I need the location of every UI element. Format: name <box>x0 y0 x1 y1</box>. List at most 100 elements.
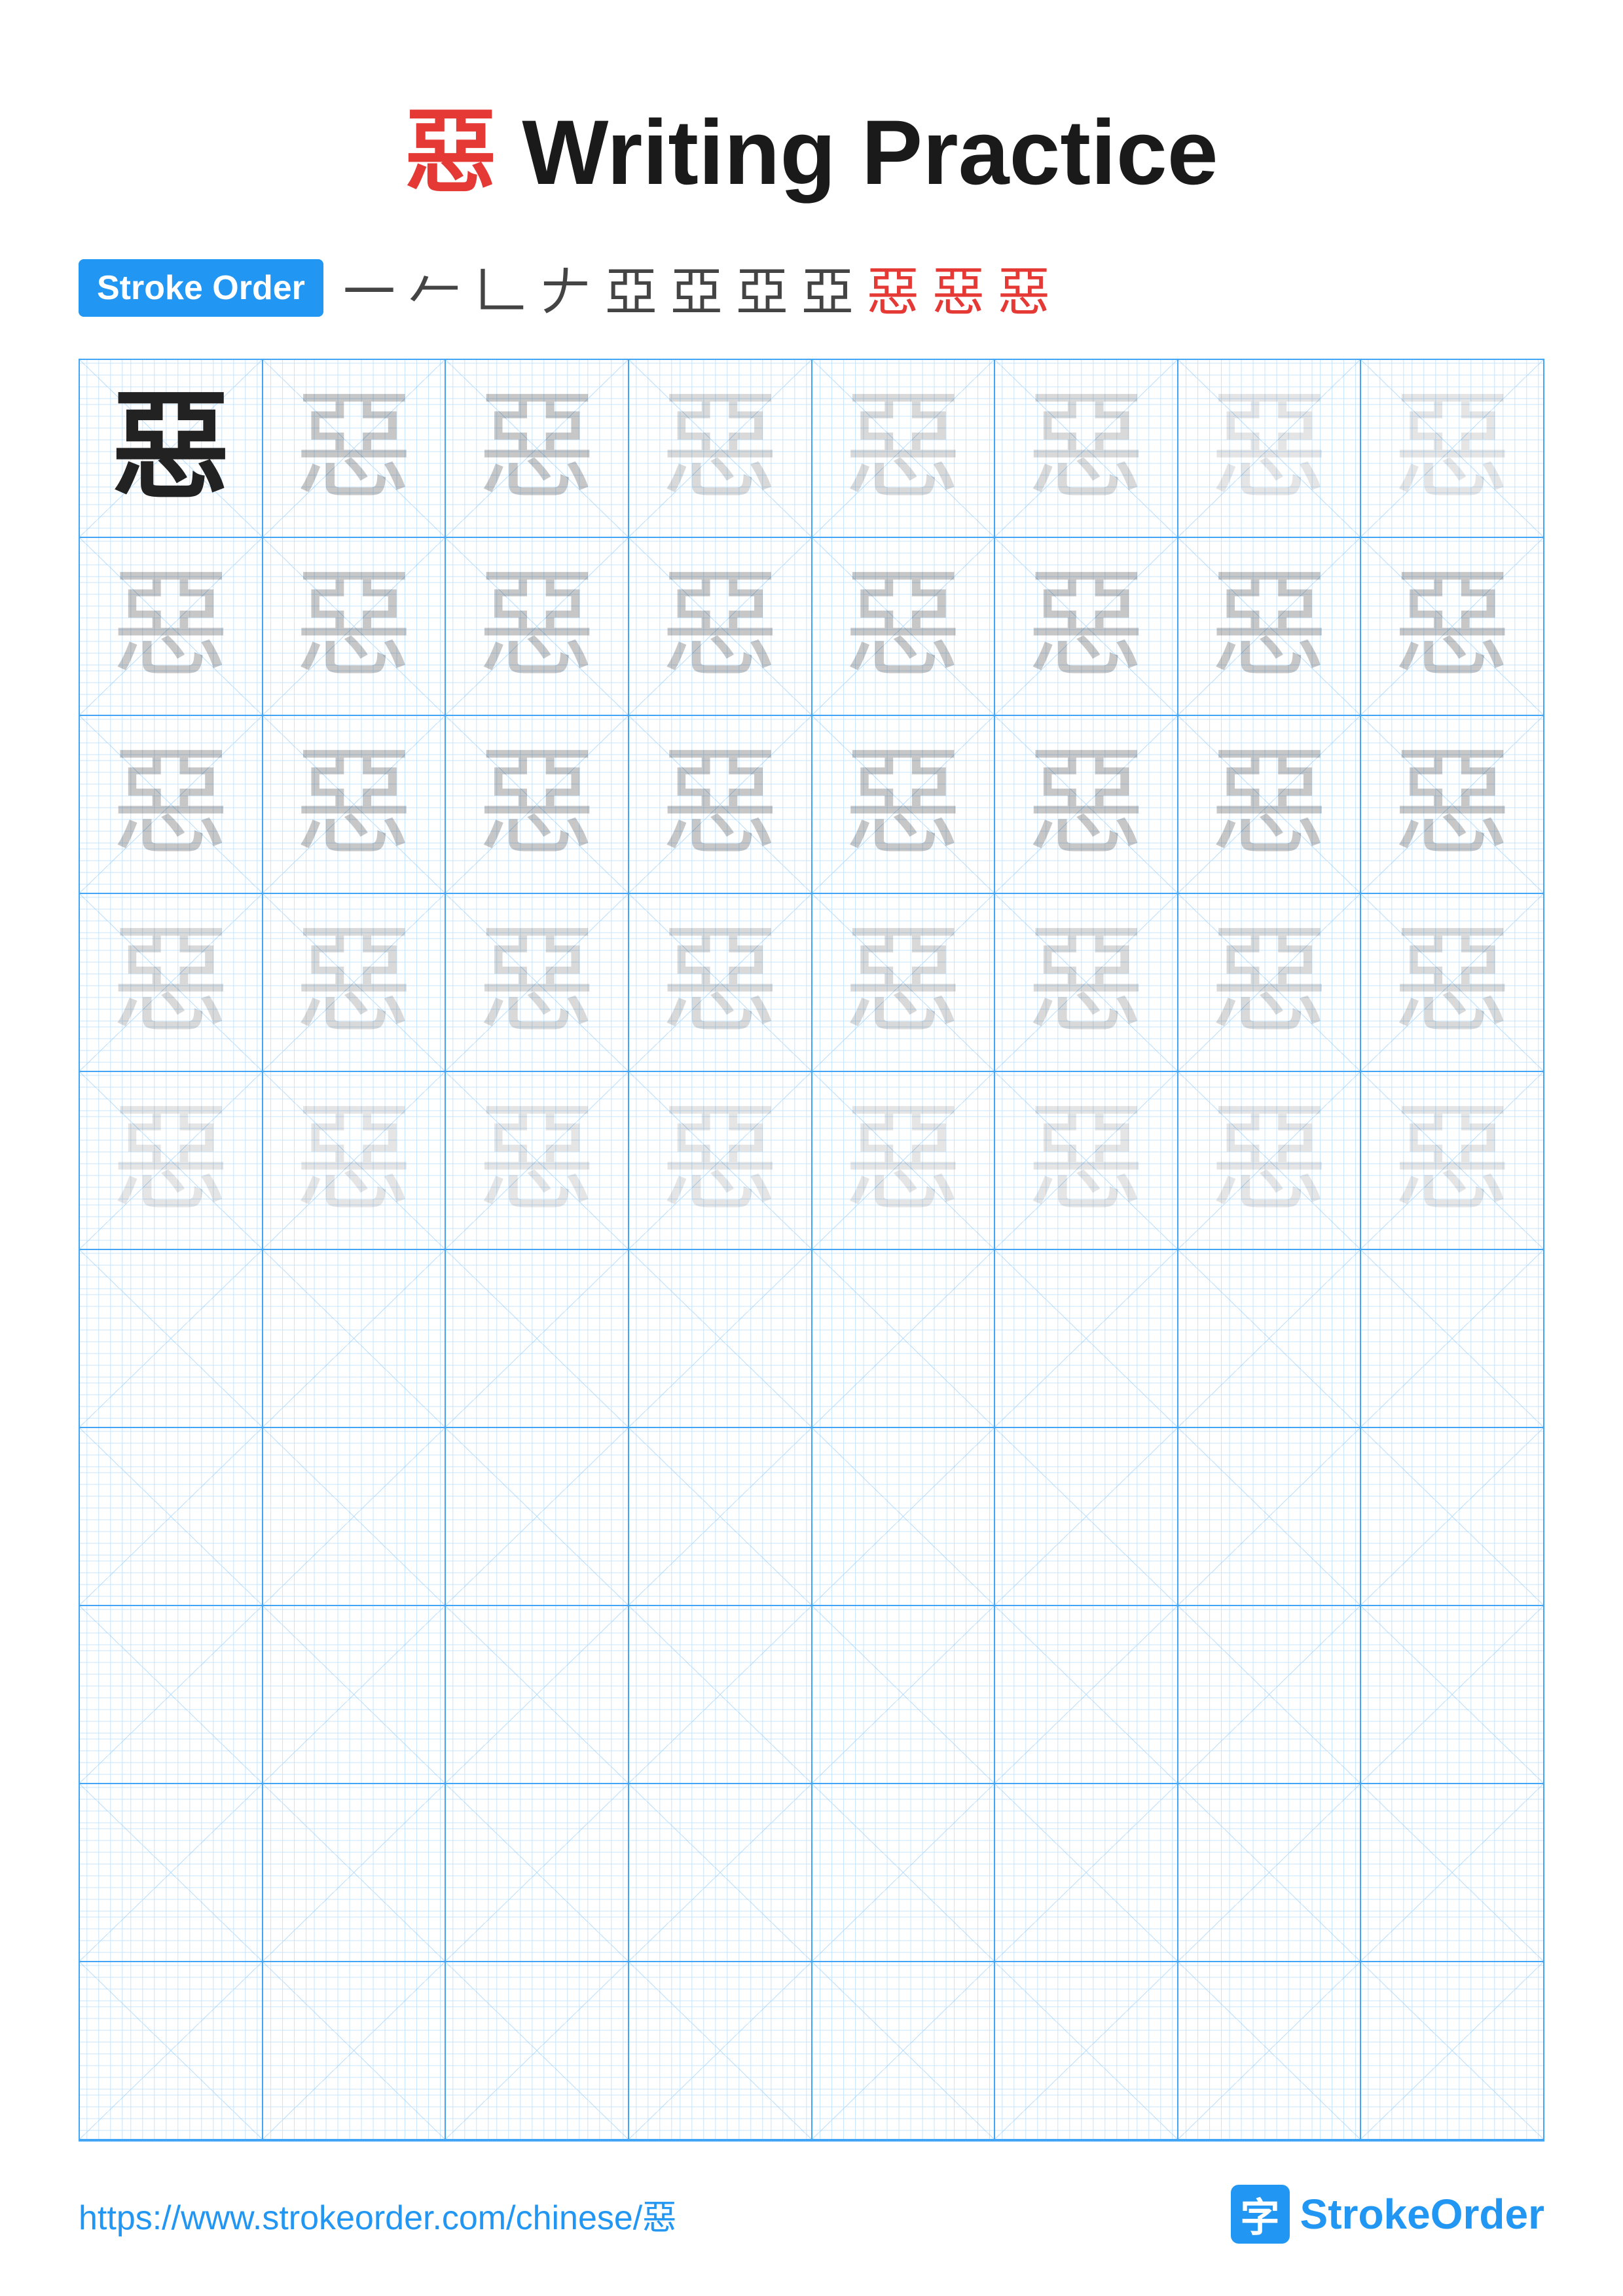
cell-char: 惡 <box>844 745 962 863</box>
cell-char: 惡 <box>478 745 596 863</box>
cell-char: 惡 <box>1393 567 1511 685</box>
cell-char: 惡 <box>1211 389 1328 507</box>
grid-cell[interactable]: 惡 <box>446 360 629 537</box>
grid-cell[interactable]: 惡 <box>995 538 1178 715</box>
grid-cell[interactable]: 惡 <box>812 894 996 1071</box>
cell-char: 惡 <box>1211 567 1328 685</box>
grid-cell[interactable] <box>1178 1428 1362 1605</box>
grid-cell[interactable]: 惡 <box>995 716 1178 893</box>
cell-char: 惡 <box>295 924 412 1041</box>
grid-cell[interactable] <box>80 1784 263 1961</box>
grid-cell[interactable]: 惡 <box>1361 894 1543 1071</box>
grid-cell[interactable]: 惡 <box>446 716 629 893</box>
grid-cell[interactable] <box>1361 1606 1543 1783</box>
grid-cell[interactable]: 惡 <box>80 538 263 715</box>
grid-cell[interactable]: 惡 <box>812 360 996 537</box>
grid-cell[interactable]: 惡 <box>80 894 263 1071</box>
cell-char: 惡 <box>661 389 779 507</box>
grid-cell[interactable] <box>1361 1428 1543 1605</box>
grid-cell[interactable]: 惡 <box>263 1072 447 1249</box>
grid-cell[interactable]: 惡 <box>812 1072 996 1249</box>
grid-row <box>80 1428 1543 1606</box>
grid-cell[interactable]: 惡 <box>1361 538 1543 715</box>
grid-cell[interactable] <box>629 1962 812 2139</box>
grid-cell[interactable]: 惡 <box>263 894 447 1071</box>
grid-cell[interactable] <box>263 1784 447 1961</box>
grid-cell[interactable]: 惡 <box>995 894 1178 1071</box>
grid-cell[interactable]: 惡 <box>995 360 1178 537</box>
grid-cell[interactable] <box>812 1784 996 1961</box>
grid-cell[interactable]: 惡 <box>263 716 447 893</box>
grid-cell[interactable] <box>1178 1784 1362 1961</box>
grid-cell[interactable] <box>446 1606 629 1783</box>
grid-cell[interactable]: 惡 <box>1178 1072 1362 1249</box>
cell-char: 惡 <box>661 745 779 863</box>
grid-cell[interactable] <box>1361 1784 1543 1961</box>
grid-cell[interactable]: 惡 <box>812 716 996 893</box>
grid-cell[interactable]: 惡 <box>629 1072 812 1249</box>
grid-cell[interactable] <box>812 1962 996 2139</box>
grid-cell[interactable]: 惡 <box>80 1072 263 1249</box>
grid-cell[interactable]: 惡 <box>446 1072 629 1249</box>
grid-cell[interactable] <box>1361 1962 1543 2139</box>
grid-cell[interactable] <box>1361 1250 1543 1427</box>
grid-cell[interactable] <box>995 1428 1178 1605</box>
brand-text: StrokeOrder <box>1300 2190 1544 2238</box>
grid-cell[interactable] <box>263 1428 447 1605</box>
grid-cell[interactable] <box>80 1428 263 1605</box>
grid-cell[interactable]: 惡 <box>629 360 812 537</box>
cell-char: 惡 <box>844 924 962 1041</box>
grid-cell[interactable]: 惡 <box>1361 360 1543 537</box>
grid-cell[interactable]: 惡 <box>1178 716 1362 893</box>
grid-cell[interactable] <box>446 1784 629 1961</box>
grid-row <box>80 1784 1543 1962</box>
grid-cell[interactable]: 惡 <box>995 1072 1178 1249</box>
grid-cell[interactable]: 惡 <box>80 360 263 537</box>
stroke-3: 𠃊 <box>474 250 526 326</box>
brand-order: Order <box>1431 2191 1544 2238</box>
grid-cell[interactable]: 惡 <box>629 716 812 893</box>
grid-cell[interactable]: 惡 <box>1361 1072 1543 1249</box>
grid-cell[interactable] <box>263 1962 447 2139</box>
grid-cell[interactable]: 惡 <box>446 538 629 715</box>
stroke-5: 亞 <box>605 250 657 326</box>
grid-cell[interactable] <box>629 1784 812 1961</box>
grid-cell[interactable] <box>80 1606 263 1783</box>
grid-cell[interactable] <box>629 1250 812 1427</box>
grid-cell[interactable] <box>80 1962 263 2139</box>
grid-cell[interactable]: 惡 <box>812 538 996 715</box>
grid-cell[interactable]: 惡 <box>80 716 263 893</box>
grid-cell[interactable] <box>995 1606 1178 1783</box>
grid-cell[interactable] <box>812 1606 996 1783</box>
grid-cell[interactable] <box>446 1250 629 1427</box>
grid-cell[interactable] <box>263 1250 447 1427</box>
grid-cell[interactable] <box>995 1784 1178 1961</box>
grid-cell[interactable] <box>629 1606 812 1783</box>
grid-cell[interactable] <box>812 1250 996 1427</box>
grid-row <box>80 1250 1543 1428</box>
title-text: Writing Practice <box>496 101 1218 204</box>
grid-cell[interactable] <box>446 1428 629 1605</box>
cell-char: 惡 <box>478 389 596 507</box>
cell-char: 惡 <box>112 567 230 685</box>
grid-cell[interactable] <box>446 1962 629 2139</box>
grid-cell[interactable] <box>812 1428 996 1605</box>
grid-cell[interactable]: 惡 <box>629 894 812 1071</box>
grid-cell[interactable] <box>1178 1962 1362 2139</box>
grid-cell[interactable]: 惡 <box>263 360 447 537</box>
grid-cell[interactable] <box>995 1962 1178 2139</box>
grid-cell[interactable]: 惡 <box>629 538 812 715</box>
grid-cell[interactable] <box>995 1250 1178 1427</box>
grid-cell[interactable]: 惡 <box>1361 716 1543 893</box>
grid-cell[interactable]: 惡 <box>1178 360 1362 537</box>
grid-cell[interactable]: 惡 <box>1178 894 1362 1071</box>
grid-cell[interactable]: 惡 <box>1178 538 1362 715</box>
grid-cell[interactable] <box>629 1428 812 1605</box>
grid-cell[interactable]: 惡 <box>263 538 447 715</box>
grid-cell[interactable]: 惡 <box>446 894 629 1071</box>
grid-cell[interactable] <box>1178 1250 1362 1427</box>
grid-cell[interactable] <box>80 1250 263 1427</box>
grid-cell[interactable] <box>1178 1606 1362 1783</box>
grid-row: 惡惡惡惡惡惡惡惡 <box>80 716 1543 894</box>
grid-cell[interactable] <box>263 1606 447 1783</box>
